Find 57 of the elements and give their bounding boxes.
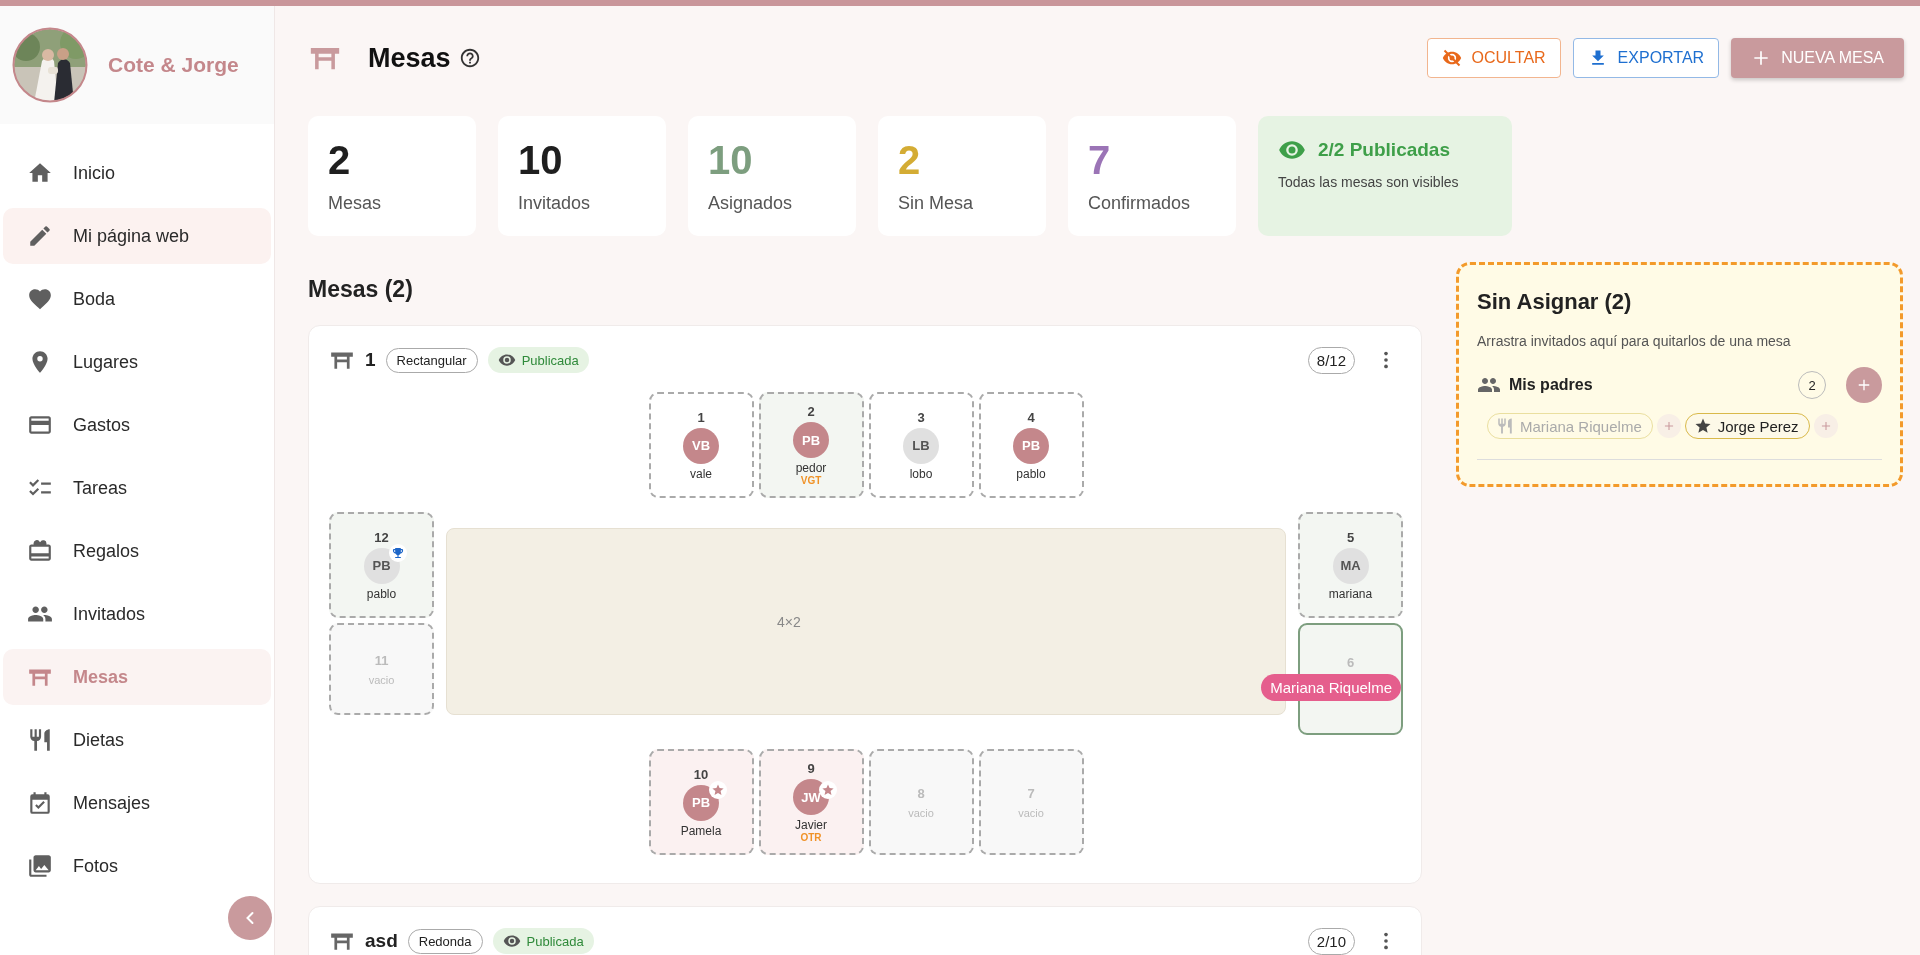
guest-name: Pamela xyxy=(680,823,722,838)
couple-name: Cote & Jorge xyxy=(108,53,239,77)
empty-label: vacio xyxy=(1018,806,1044,819)
guest-name: lobo xyxy=(909,466,933,481)
seat-number: 1 xyxy=(697,409,705,425)
stat-value: 10 xyxy=(518,138,564,183)
stat-value: 2 xyxy=(898,138,922,183)
guest-name: Javier xyxy=(795,818,827,832)
seat-number: 6 xyxy=(1346,655,1355,670)
guest-avatar: VB xyxy=(683,427,719,464)
seat-number: 12 xyxy=(374,529,389,545)
seat-number: 3 xyxy=(917,409,925,425)
status-text: Publicada xyxy=(521,352,579,368)
empty-label: vacio xyxy=(908,806,934,819)
stat-label: Asignados xyxy=(708,193,794,214)
seat-number: 11 xyxy=(374,652,389,668)
guest-avatar: PB xyxy=(793,422,829,458)
panel-title: Sin Asignar (2) xyxy=(1477,289,1633,315)
guest-name: pedor xyxy=(795,461,827,475)
stat-value: 7 xyxy=(1088,138,1112,183)
seat-number: 4 xyxy=(1027,409,1035,425)
panel-hint: Arrastra invitados aquí para quitarlos de una mesa xyxy=(1477,333,1792,349)
stat-label: Mesas xyxy=(328,193,382,214)
guest-name: Jorge Perez xyxy=(1717,417,1799,435)
empty-label: vacio xyxy=(368,673,395,686)
guest-name: Mariana Riquelme xyxy=(1520,417,1642,435)
guest-avatar: PB xyxy=(1013,427,1049,464)
guest-avatar: PB xyxy=(683,784,719,821)
guest-name: vale xyxy=(690,466,712,481)
table-name: asd xyxy=(365,930,398,952)
guest-avatar: LB xyxy=(903,427,939,464)
guest-name: pablo xyxy=(366,586,397,601)
seat-number: 9 xyxy=(807,761,815,776)
stat-value: 10 xyxy=(708,138,754,183)
guest-name: mariana xyxy=(1328,586,1373,601)
seat-number: 7 xyxy=(1027,785,1035,801)
status-text: Publicada xyxy=(526,933,584,949)
published-note: Todas las mesas son visibles xyxy=(1278,174,1460,190)
guest-name: pablo xyxy=(1016,466,1046,481)
stat-label: Sin Mesa xyxy=(898,193,975,214)
seat-number: 10 xyxy=(693,766,709,782)
stat-label: Confirmados xyxy=(1088,193,1192,214)
guest-avatar: PB xyxy=(363,547,400,584)
table-name: 1 xyxy=(365,349,376,371)
seat-number: 5 xyxy=(1346,529,1355,545)
diet-tag: VGT xyxy=(800,475,822,486)
table-layout: 4×2 xyxy=(777,613,801,630)
stat-value: 2 xyxy=(328,138,352,183)
group-name: Mis padres xyxy=(1509,376,1593,394)
stat-label: Invitados xyxy=(518,193,592,214)
diet-tag: OTR xyxy=(800,832,822,843)
seat-number: 2 xyxy=(807,404,815,419)
seat-number: 8 xyxy=(917,785,925,801)
guest-avatar: MA xyxy=(1332,547,1369,584)
section-title: Mesas (2) xyxy=(308,276,414,303)
published-count: 2/2 Publicadas xyxy=(1318,139,1450,161)
page-title: Mesas xyxy=(368,42,451,74)
